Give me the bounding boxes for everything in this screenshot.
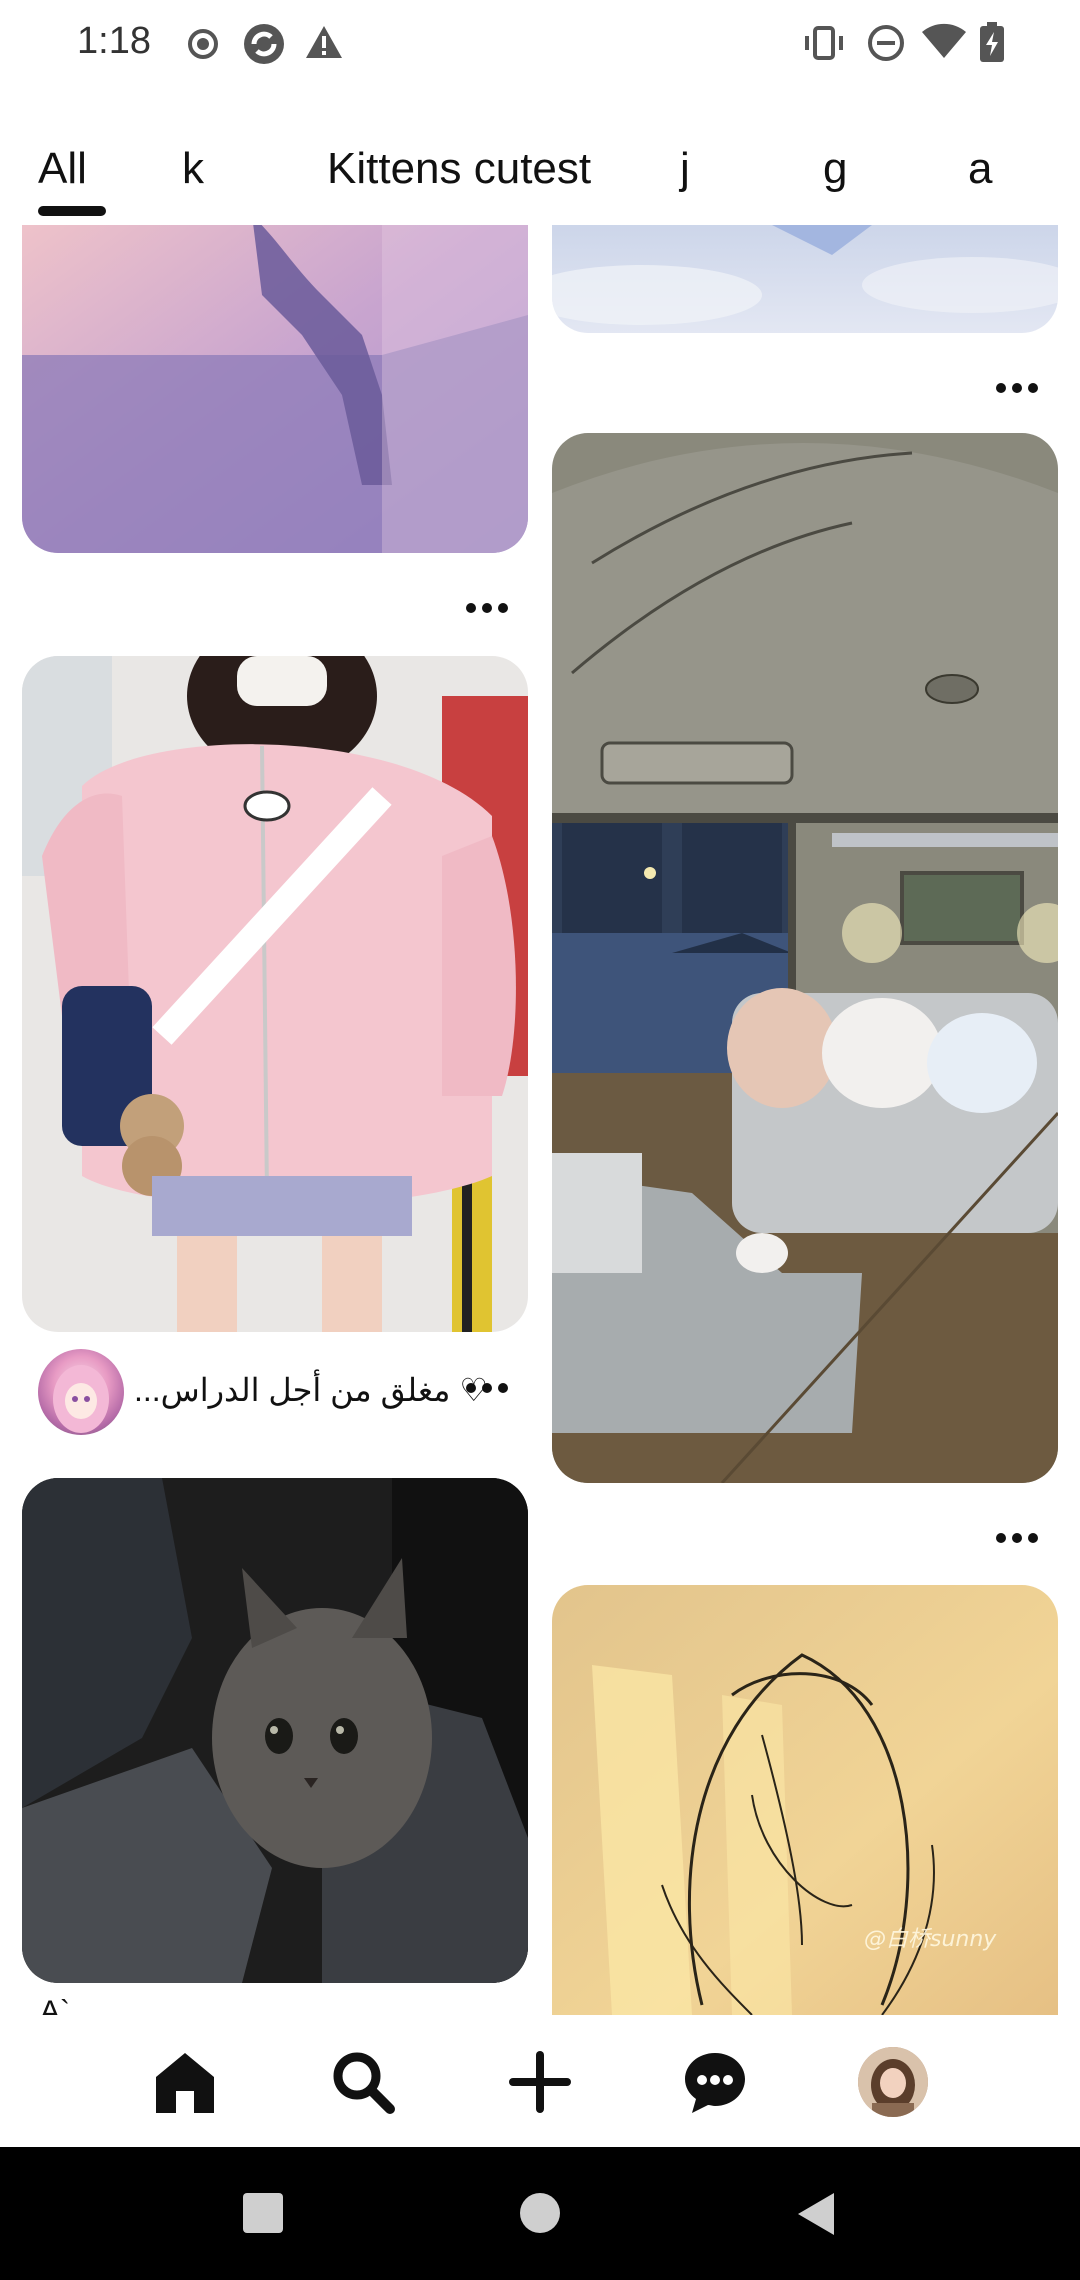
record-icon [188,29,218,59]
pin-image-pink-hoodie[interactable] [22,656,528,1332]
creator-avatar[interactable] [38,1349,124,1435]
tab-kittens-cutest[interactable]: Kittens cutest [327,144,591,194]
messages-icon[interactable] [680,2047,750,2117]
pin-more-button[interactable] [466,585,514,619]
system-navigation-bar [0,2147,1080,2280]
pin-watermark: @白桥sunny [864,1927,997,1952]
board-tabs: All k Kittens cutest j g a [0,130,1080,220]
dnd-icon [868,25,904,61]
tab-selected-indicator [38,206,106,216]
pin-photo [22,656,528,1332]
pin-partial-caption: A` [40,1995,70,2015]
home-button[interactable] [520,2193,560,2233]
profile-avatar[interactable] [858,2047,928,2117]
pin-image-sky[interactable] [552,225,1058,333]
tab-j[interactable]: j [680,144,690,194]
status-time: 1:18 [77,20,151,62]
pin-title: ♡ مغلق من أجل الدراس... [133,1372,488,1408]
pin-illustration [552,225,1058,333]
pin-image-sketch[interactable]: @白桥sunny [552,1585,1058,2015]
pin-more-button[interactable] [996,1515,1044,1549]
tab-a[interactable]: a [968,144,992,194]
tab-k[interactable]: k [182,144,204,194]
wifi-icon [922,23,966,58]
pin-photo [22,1478,528,1983]
pin-creator-row[interactable]: ♡ مغلق من أجل الدراس... [38,1349,498,1441]
battery-charging-icon [980,22,1004,62]
tab-all[interactable]: All [38,144,87,194]
vibrate-icon [805,26,843,60]
recents-button[interactable] [243,2193,283,2233]
pin-image-shadow-wall[interactable] [22,225,528,553]
back-button[interactable] [796,2191,836,2237]
status-bar: 1:18 [0,0,1080,90]
search-icon[interactable] [328,2047,398,2117]
pin-more-button[interactable] [996,365,1044,399]
pin-illustration [22,225,528,553]
home-icon[interactable] [150,2047,220,2117]
sync-icon [244,24,284,64]
pin-image-train-illustration[interactable] [552,433,1058,1483]
tab-g[interactable]: g [823,144,847,194]
warning-icon [306,26,342,58]
pin-feed[interactable]: ♡ مغلق من أجل الدراس... A` @白桥sunny [0,225,1080,2015]
pin-illustration [552,433,1058,1483]
bottom-navigation [0,2015,1080,2147]
create-icon[interactable] [505,2047,575,2117]
pin-image-kitten[interactable] [22,1478,528,1983]
